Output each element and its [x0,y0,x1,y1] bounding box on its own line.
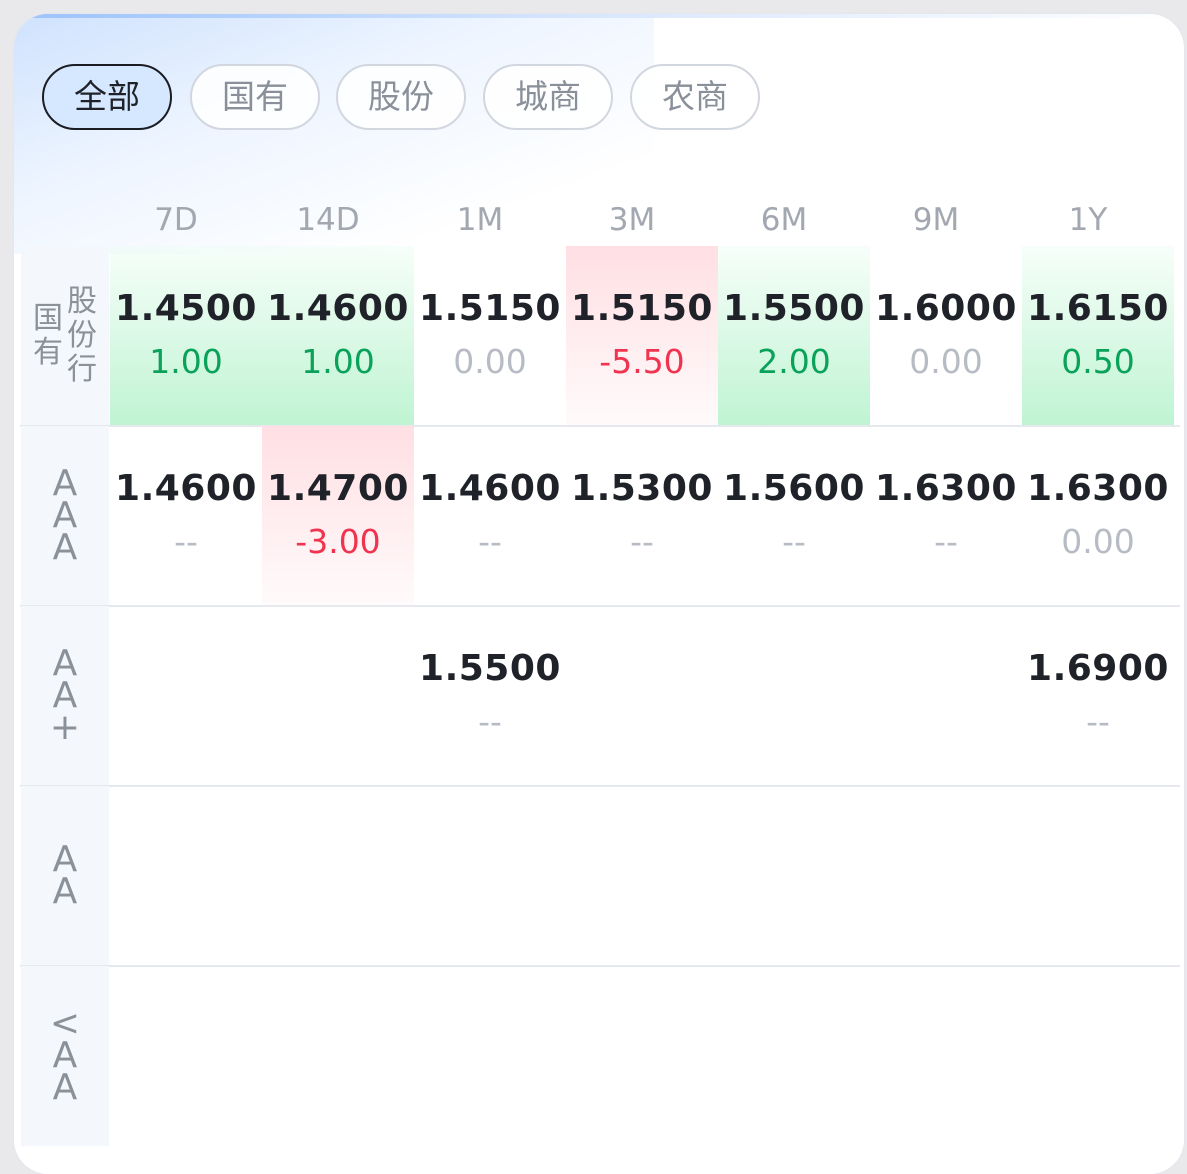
rate-cell[interactable] [718,966,870,1146]
rate-price: 1.5300 [571,468,713,509]
rate-price: 1.5500 [419,648,561,689]
rate-cell[interactable]: 1.5150 0.00 [414,246,566,426]
card-top-edge [14,14,1184,18]
rate-cell[interactable] [414,966,566,1146]
rate-cell[interactable] [566,606,718,786]
rate-change: -- [174,522,198,561]
rate-cell[interactable]: 1.4500 1.00 [110,246,262,426]
rate-price: 1.6300 [875,468,1017,509]
rate-change: -3.00 [295,522,381,561]
rate-cell[interactable]: 1.4600 -- [110,426,262,606]
rate-change: -- [478,522,502,561]
row-label: 国 有股 份 行 [21,246,109,426]
rate-cell[interactable] [718,606,870,786]
rate-cell[interactable] [718,786,870,966]
rate-cell[interactable]: 1.6900 -- [1022,606,1174,786]
rate-change: -- [934,522,958,561]
rate-cell[interactable] [566,786,718,966]
rate-cell[interactable] [262,966,414,1146]
rate-cell[interactable] [414,786,566,966]
rate-cell[interactable]: 1.5300 -- [566,426,718,606]
row-label: A A A [21,426,109,606]
rate-card: 全部 国有 股份 城商 农商 7D 14D 1M 3M 6M 9M 1Y 国 有股 份 行 1.… [14,14,1184,1174]
rate-cell[interactable] [870,786,1022,966]
rate-cell[interactable] [262,606,414,786]
row-label-text: 国 有股 份 行 [33,284,97,387]
rate-cell[interactable] [870,606,1022,786]
rate-change: -- [782,522,806,561]
rate-price: 1.4600 [419,468,561,509]
filter-chip-all[interactable]: 全部 [42,64,172,130]
row-label: A A + [21,606,109,786]
column-header-6m: 6M [760,202,808,238]
rate-change: 0.00 [909,342,983,381]
filter-chip-joint-stock[interactable]: 股份 [336,64,466,130]
rate-price: 1.4600 [267,288,409,329]
rate-change: 2.00 [757,342,831,381]
row-label-text: A A [52,839,78,912]
rate-cell[interactable]: 1.4700 -3.00 [262,426,414,606]
filter-chip-city-commercial[interactable]: 城商 [483,64,613,130]
column-header-1m: 1M [456,202,504,238]
rate-cell[interactable]: 1.6300 -- [870,426,1022,606]
rate-price: 1.6900 [1027,648,1169,689]
rate-cell[interactable]: 1.5150 -5.50 [566,246,718,426]
rate-change: 1.00 [149,342,223,381]
column-header-7d: 7D [154,202,198,238]
rate-change: -- [478,702,502,741]
row-label-text: < A A [49,1003,81,1108]
rate-price: 1.5150 [571,288,713,329]
rate-price: 1.4500 [115,288,257,329]
rate-cell[interactable] [262,786,414,966]
rate-price: 1.5150 [419,288,561,329]
rate-cell[interactable]: 1.5500 2.00 [718,246,870,426]
rate-price: 1.4700 [267,468,409,509]
rate-price: 1.4600 [115,468,257,509]
column-header-9m: 9M [912,202,960,238]
rate-cell[interactable] [870,966,1022,1146]
rate-cell[interactable]: 1.6300 0.00 [1022,426,1174,606]
rate-cell[interactable] [110,966,262,1146]
rate-price: 1.6000 [875,288,1017,329]
row-label: A A [21,786,109,966]
rate-change: 0.50 [1061,342,1135,381]
rate-change: 0.00 [1061,522,1135,561]
rate-cell[interactable] [566,966,718,1146]
rate-change: 0.00 [453,342,527,381]
row-label-text: A A + [49,643,81,748]
rate-price: 1.6300 [1027,468,1169,509]
filter-chip-state-owned[interactable]: 国有 [190,64,320,130]
rate-cell[interactable]: 1.4600 1.00 [262,246,414,426]
rate-price: 1.5600 [723,468,865,509]
rate-cell[interactable]: 1.5600 -- [718,426,870,606]
rate-price: 1.5500 [723,288,865,329]
rate-cell[interactable]: 1.6150 0.50 [1022,246,1174,426]
row-label: < A A [21,966,109,1146]
column-header-1y: 1Y [1068,202,1108,238]
rate-cell[interactable] [1022,966,1174,1146]
column-header-14d: 14D [296,202,360,238]
rate-cell[interactable]: 1.6000 0.00 [870,246,1022,426]
rate-cell[interactable] [110,606,262,786]
rate-change: 1.00 [301,342,375,381]
rate-cell[interactable] [110,786,262,966]
rate-change: -- [630,522,654,561]
rate-change: -5.50 [599,342,685,381]
row-label-text: A A A [52,463,78,568]
rate-change: -- [1086,702,1110,741]
column-header-3m: 3M [608,202,656,238]
filter-chip-rural-commercial[interactable]: 农商 [630,64,760,130]
rate-price: 1.6150 [1027,288,1169,329]
rate-cell[interactable]: 1.4600 -- [414,426,566,606]
rate-cell[interactable]: 1.5500 -- [414,606,566,786]
rate-cell[interactable] [1022,786,1174,966]
